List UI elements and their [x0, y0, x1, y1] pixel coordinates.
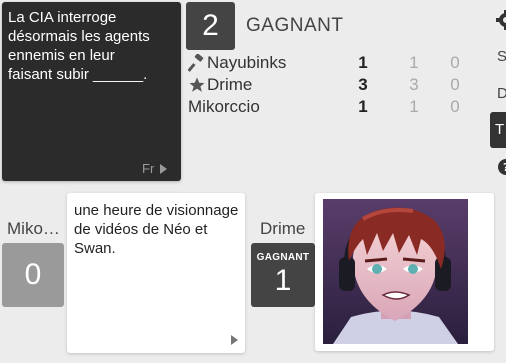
player-score: 1 [274, 263, 292, 297]
stat-3: 0 [450, 53, 460, 72]
player-name: Drime [207, 75, 253, 94]
stat-2: 1 [409, 97, 419, 116]
stat-3: 0 [450, 75, 460, 94]
help-icon[interactable]: ? [497, 158, 506, 176]
gavel-icon [188, 54, 206, 72]
stat-2: 3 [409, 75, 419, 94]
star-icon [188, 76, 206, 94]
white-card-text: une heure de visionnage de vidéos de Néo… [74, 202, 239, 257]
round-status: GAGNANT [246, 15, 344, 36]
scoreboard-row: Nayubinks 1 1 0 [188, 53, 478, 75]
black-card-text: La CIA interroge désormais les agents en… [8, 9, 150, 83]
player-score: 0 [2, 243, 64, 307]
player-name: Drime [260, 219, 306, 238]
player-name: Miko… [7, 219, 60, 238]
points: 1 [358, 53, 368, 72]
settings-label-partial: S [497, 48, 506, 65]
winner-badge: GAGNANT [256, 251, 310, 263]
caret-right-icon[interactable] [231, 335, 238, 345]
gear-icon[interactable] [494, 10, 506, 30]
scoreboard-row: Drime 3 3 0 [188, 75, 478, 97]
player-name: Mikorccio [188, 97, 260, 116]
scoreboard-row: Mikorccio 1 1 0 [188, 97, 478, 119]
caret-right-icon [160, 163, 168, 174]
winner-score-box: GAGNANT 1 [251, 243, 315, 307]
points: 3 [358, 75, 368, 94]
player-name: Nayubinks [207, 53, 287, 72]
round-number: 2 [186, 2, 235, 50]
stat-2: 1 [409, 53, 419, 72]
avatar [323, 199, 468, 344]
points: 1 [358, 97, 368, 116]
stat-3: 0 [450, 97, 460, 116]
language-label: Fr [142, 161, 155, 176]
language-toggle[interactable]: Fr [142, 161, 168, 176]
side-button-partial[interactable]: T [490, 112, 506, 148]
option-label-partial: D [497, 85, 506, 102]
